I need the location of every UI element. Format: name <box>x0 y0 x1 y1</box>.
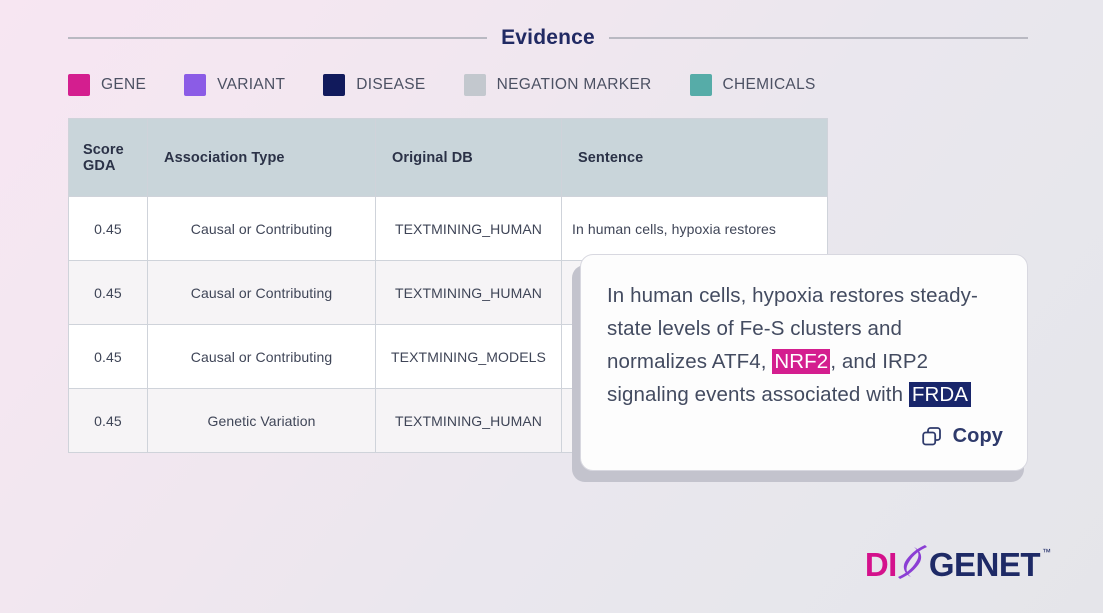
color-swatch-icon-variant <box>184 74 206 96</box>
color-swatch-icon-negation-marker <box>464 74 486 96</box>
logo-text-di: DI <box>865 548 897 581</box>
column-header-score-line1: Score <box>83 142 131 158</box>
cell-score: 0.45 <box>69 389 148 453</box>
logo-swoosh-icon <box>898 543 928 581</box>
title-rule-left <box>68 37 487 39</box>
cell-score: 0.45 <box>69 197 148 261</box>
cell-score: 0.45 <box>69 261 148 325</box>
table-header: Score GDA Association Type Original DB S… <box>69 119 828 197</box>
copy-button[interactable]: Copy <box>920 424 1003 448</box>
cell-association-type: Genetic Variation <box>148 389 376 453</box>
legend-item-gene: GENE <box>68 74 146 96</box>
legend-label-chemicals: CHEMICALS <box>723 76 816 94</box>
sentence-tooltip: In human cells, hypoxia restores steady-… <box>580 254 1028 471</box>
column-header-score-gda[interactable]: Score GDA <box>69 119 148 197</box>
page-title-row: Evidence <box>68 26 1028 50</box>
entity-legend: GENE VARIANT DISEASE NEGATION MARKER CHE… <box>68 74 854 96</box>
legend-label-variant: VARIANT <box>217 76 285 94</box>
tooltip-sentence-text: In human cells, hypoxia restores steady-… <box>607 279 1001 411</box>
cell-sentence[interactable]: In human cells, hypoxia restores <box>562 197 828 261</box>
entity-highlight-disease[interactable]: FRDA <box>909 382 971 407</box>
cell-original-db: TEXTMINING_HUMAN <box>376 261 562 325</box>
page-title: Evidence <box>501 26 595 50</box>
table-header-row: Score GDA Association Type Original DB S… <box>69 119 828 197</box>
cell-association-type: Causal or Contributing <box>148 325 376 389</box>
cell-original-db: TEXTMINING_HUMAN <box>376 197 562 261</box>
column-header-sentence[interactable]: Sentence <box>562 119 828 197</box>
color-swatch-icon-gene <box>68 74 90 96</box>
cell-original-db: TEXTMINING_HUMAN <box>376 389 562 453</box>
cell-original-db: TEXTMINING_MODELS <box>376 325 562 389</box>
logo-text-genet: GENET <box>929 548 1040 581</box>
title-rule-right <box>609 37 1028 39</box>
copy-icon <box>920 424 944 448</box>
legend-item-chemicals: CHEMICALS <box>690 74 816 96</box>
legend-item-negation-marker: NEGATION MARKER <box>464 74 652 96</box>
legend-item-disease: DISEASE <box>323 74 425 96</box>
table-row[interactable]: 0.45 Causal or Contributing TEXTMINING_H… <box>69 197 828 261</box>
cell-association-type: Causal or Contributing <box>148 261 376 325</box>
legend-label-negation-marker: NEGATION MARKER <box>497 76 652 94</box>
column-header-original-db[interactable]: Original DB <box>376 119 562 197</box>
color-swatch-icon-disease <box>323 74 345 96</box>
column-header-score-line2: GDA <box>83 158 131 174</box>
logo-trademark: ™ <box>1042 547 1051 557</box>
column-header-association-type[interactable]: Association Type <box>148 119 376 197</box>
entity-highlight-gene[interactable]: NRF2 <box>772 349 830 374</box>
legend-item-variant: VARIANT <box>184 74 285 96</box>
legend-label-disease: DISEASE <box>356 76 425 94</box>
disgenet-logo: DI GENET ™ <box>865 543 1051 581</box>
cell-score: 0.45 <box>69 325 148 389</box>
copy-button-label: Copy <box>953 425 1003 448</box>
legend-label-gene: GENE <box>101 76 146 94</box>
cell-association-type: Causal or Contributing <box>148 197 376 261</box>
color-swatch-icon-chemicals <box>690 74 712 96</box>
